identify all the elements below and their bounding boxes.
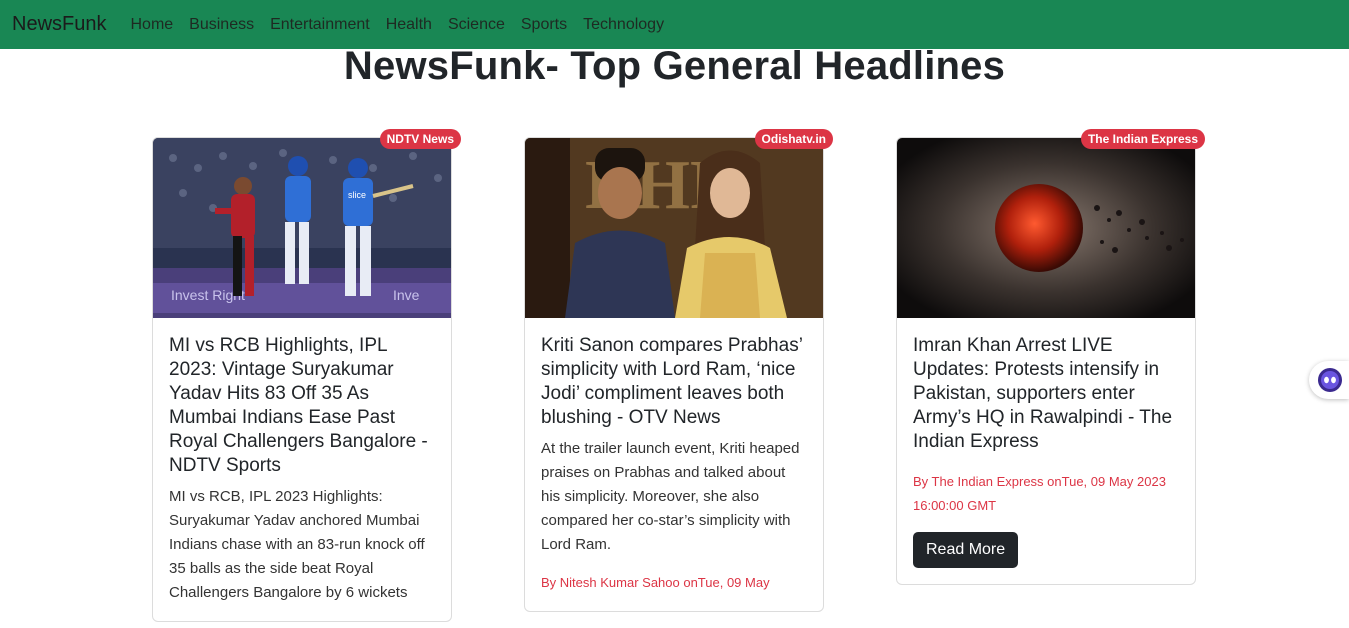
card-description: MI vs RCB, IPL 2023 Highlights: Suryakum… [169, 488, 425, 601]
brand-logo[interactable]: NewsFunk [12, 13, 106, 36]
news-image[interactable]: DHR [525, 138, 823, 318]
source-badge: The Indian Express [1080, 129, 1205, 149]
news-card: Odishatv.in DHR Kriti Sanon compares Pra… [524, 129, 833, 612]
news-card: NDTV News Invest Right Inve slice MI vs … [152, 129, 461, 622]
nav-item-technology[interactable]: Technology [583, 16, 664, 34]
source-badge: NDTV News [379, 129, 461, 149]
author-date: By The Indian Express onTue, 09 May 2023… [913, 474, 1166, 513]
assistant-icon [1318, 368, 1342, 392]
nav-item-science[interactable]: Science [448, 16, 505, 34]
nav-item-entertainment[interactable]: Entertainment [270, 16, 370, 34]
news-image[interactable]: Invest Right Inve slice [153, 138, 451, 318]
page-title: NewsFunk- Top General Headlines [343, 44, 1006, 88]
card-description: At the trailer launch event, Kriti heape… [541, 440, 800, 553]
svg-text:slice: slice [348, 190, 366, 200]
nav-item-business[interactable]: Business [189, 16, 254, 34]
source-badge: Odishatv.in [754, 129, 833, 149]
nav-item-health[interactable]: Health [386, 16, 432, 34]
author-date: By Nitesh Kumar Sahoo onTue, 09 May [541, 575, 770, 590]
card-title: Kriti Sanon compares Prabhas’ simplicity… [541, 335, 803, 428]
svg-text:Inve: Inve [393, 287, 420, 303]
read-more-button[interactable]: Read More [913, 532, 1019, 568]
news-card: The Indian Express Imran Khan Arrest LIV… [896, 129, 1205, 585]
news-image[interactable] [897, 138, 1195, 318]
nav-item-sports[interactable]: Sports [521, 16, 567, 34]
card-title: Imran Khan Arrest LIVE Updates: Protests… [913, 335, 1173, 452]
top-navbar: NewsFunk Home Business Entertainment Hea… [0, 0, 1349, 49]
assistant-widget[interactable] [1309, 361, 1349, 399]
card-title: MI vs RCB Highlights, IPL 2023: Vintage … [169, 335, 428, 476]
nav-item-home[interactable]: Home [130, 16, 173, 34]
